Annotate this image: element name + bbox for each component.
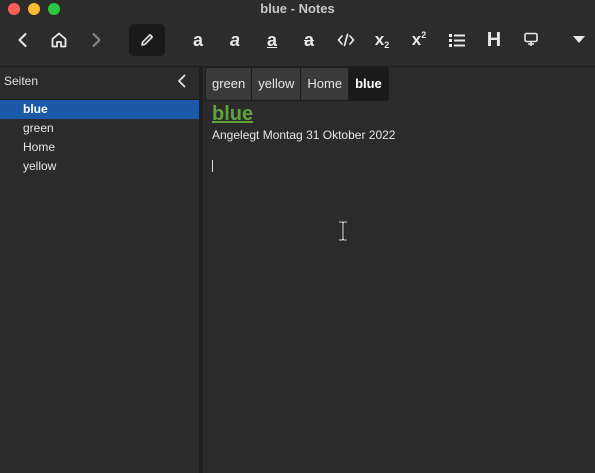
sidebar: Seiten blue green Home yellow bbox=[0, 67, 199, 473]
subscript-button[interactable]: x2 bbox=[367, 24, 397, 56]
breadcrumb: green yellow Home blue bbox=[205, 67, 389, 101]
title-bar: blue - Notes bbox=[0, 0, 595, 20]
sidebar-item-yellow[interactable]: yellow bbox=[0, 157, 199, 176]
underline-icon: a bbox=[266, 29, 277, 50]
home-icon bbox=[51, 32, 67, 48]
strikethrough-button[interactable]: a bbox=[294, 24, 324, 56]
heading-icon: H bbox=[486, 28, 502, 51]
created-date: Angelegt Montag 31 Oktober 2022 bbox=[212, 128, 396, 142]
bullet-list-button[interactable] bbox=[442, 24, 472, 56]
forward-icon bbox=[92, 33, 101, 47]
sidebar-header: Seiten bbox=[0, 67, 199, 97]
breadcrumb-item-home[interactable]: Home bbox=[301, 68, 350, 100]
home-button[interactable] bbox=[44, 24, 74, 56]
sidebar-item-green[interactable]: green bbox=[0, 119, 199, 138]
heading-button[interactable]: H bbox=[479, 24, 509, 56]
toolbar: a a a a x2 x2 H bbox=[0, 20, 595, 67]
back-button[interactable] bbox=[8, 24, 38, 56]
dropdown-icon bbox=[573, 36, 585, 43]
code-icon bbox=[337, 33, 355, 47]
forward-button[interactable] bbox=[81, 24, 111, 56]
edit-icon bbox=[141, 34, 153, 46]
bullet-list-icon bbox=[449, 34, 465, 47]
breadcrumb-item-blue[interactable]: blue bbox=[349, 68, 388, 100]
underline-button[interactable]: a bbox=[257, 24, 287, 56]
page-title-link[interactable]: blue bbox=[212, 103, 253, 126]
superscript-icon: x2 bbox=[411, 30, 427, 49]
text-caret bbox=[212, 160, 213, 172]
italic-icon: a bbox=[229, 29, 240, 50]
italic-button[interactable]: a bbox=[220, 24, 250, 56]
code-button[interactable] bbox=[331, 24, 361, 56]
edit-mode-button[interactable] bbox=[129, 24, 165, 56]
insert-button[interactable] bbox=[516, 24, 546, 56]
editor-pane: green yellow Home blue blue Angelegt Mon… bbox=[203, 67, 595, 473]
bold-icon: a bbox=[192, 29, 203, 50]
sidebar-title: Seiten bbox=[4, 74, 39, 88]
breadcrumb-item-green[interactable]: green bbox=[206, 68, 253, 100]
sidebar-item-home[interactable]: Home bbox=[0, 138, 199, 157]
subscript-icon: x2 bbox=[374, 30, 390, 50]
strikethrough-icon: a bbox=[303, 29, 314, 50]
breadcrumb-item-yellow[interactable]: yellow bbox=[252, 68, 302, 100]
insert-icon bbox=[524, 32, 538, 46]
window-title: blue - Notes bbox=[260, 1, 335, 16]
collapse-sidebar-icon[interactable] bbox=[174, 73, 190, 89]
superscript-button[interactable]: x2 bbox=[404, 24, 434, 56]
text-cursor-icon bbox=[339, 221, 347, 241]
more-button[interactable] bbox=[564, 24, 594, 56]
sidebar-item-blue[interactable]: blue bbox=[0, 100, 199, 119]
back-icon bbox=[18, 33, 27, 47]
page-list: blue green Home yellow bbox=[0, 100, 199, 176]
bold-button[interactable]: a bbox=[183, 24, 213, 56]
